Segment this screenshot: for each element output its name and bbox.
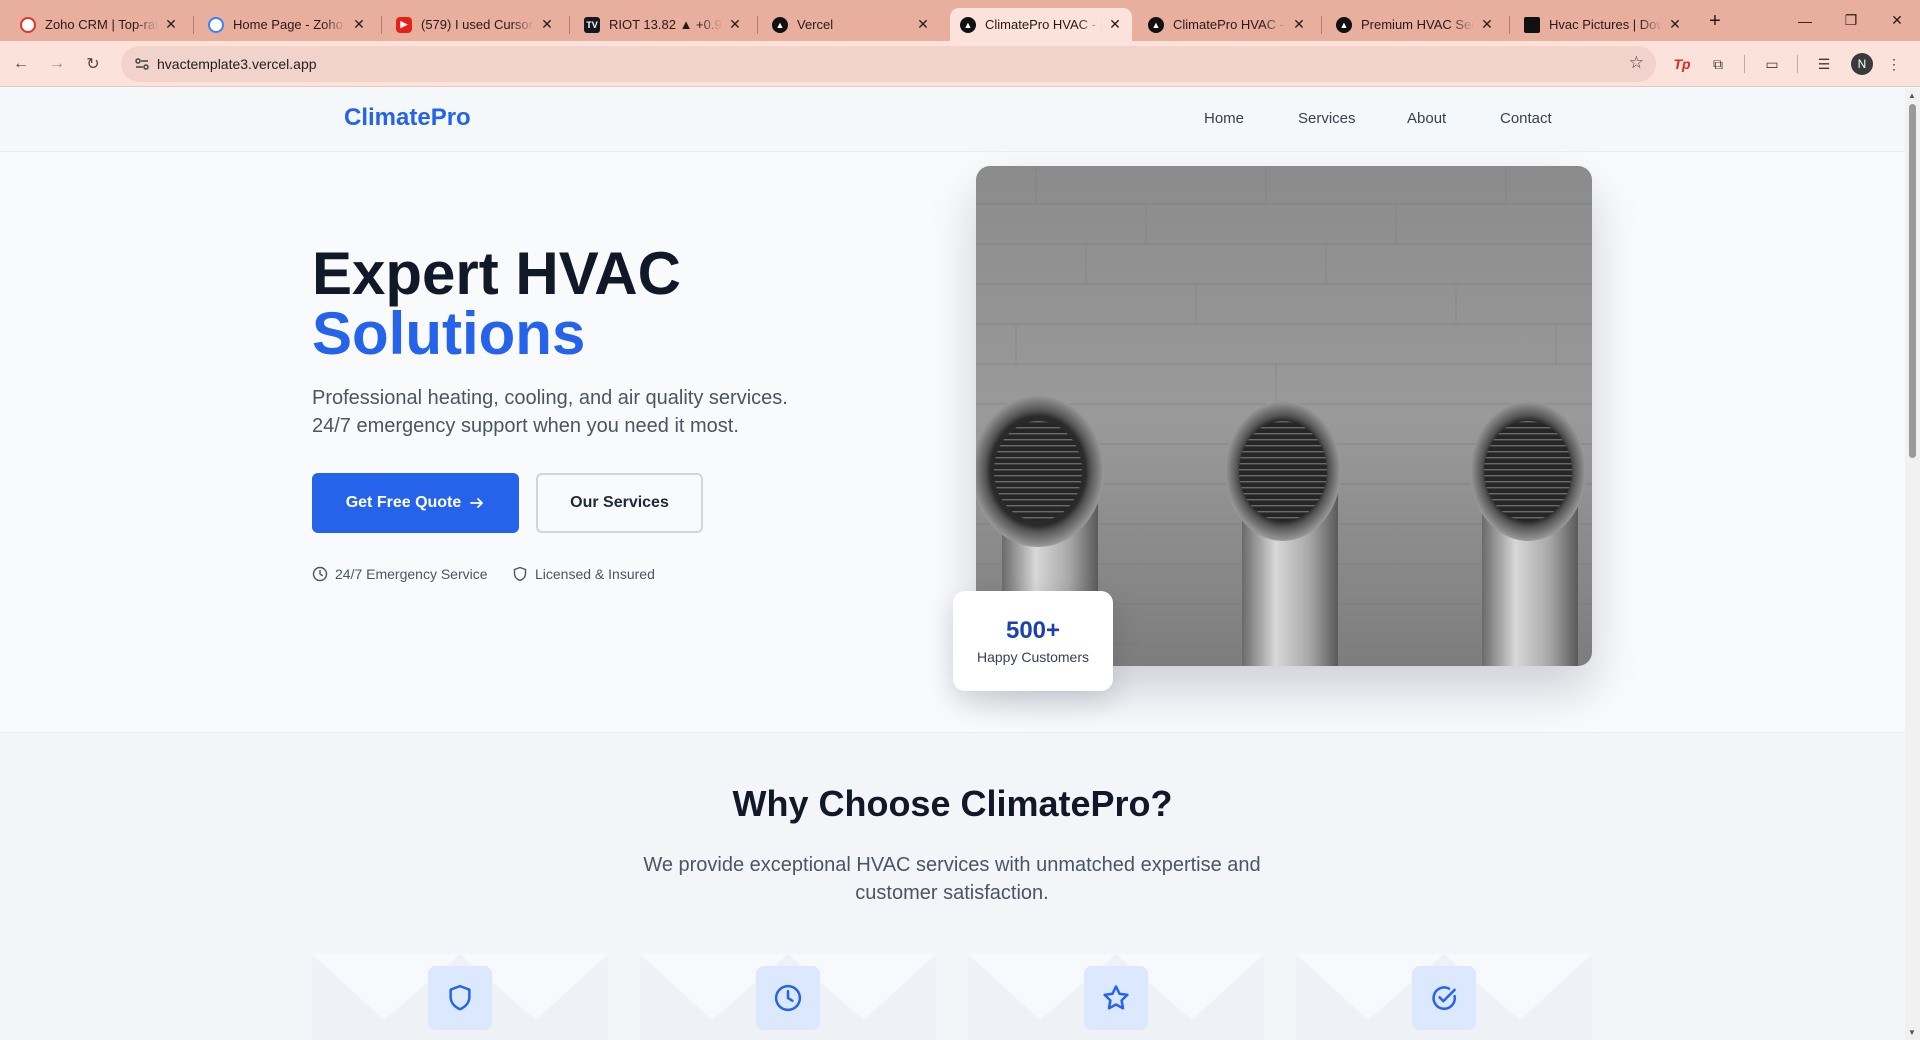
browser-tab[interactable]: Home Page - Zoho CRM ✕ [198, 8, 376, 41]
why-heading: Why Choose ClimatePro? [732, 783, 1173, 824]
hero-subtitle-line1: Professional heating, cooling, and air q… [312, 387, 788, 409]
browser-tab[interactable]: TV RIOT 13.82 ▲ +0.91% ✕ [574, 8, 752, 41]
why-section: Why Choose ClimatePro? We provide except… [0, 732, 1905, 1040]
vercel-icon: ▲ [960, 16, 976, 33]
close-icon[interactable]: ✕ [1478, 16, 1496, 34]
feature-emergency-label: 24/7 Emergency Service [335, 566, 488, 582]
close-icon[interactable]: ✕ [350, 16, 368, 34]
browser-tab[interactable]: ▲ Premium HVAC Servic ✕ [1326, 8, 1504, 41]
get-free-quote-button[interactable]: Get Free Quote [312, 473, 519, 533]
site-settings-icon[interactable] [133, 55, 151, 73]
close-icon[interactable]: ✕ [162, 16, 180, 34]
vercel-icon: ▲ [1336, 16, 1352, 33]
vercel-icon: ▲ [1148, 16, 1164, 33]
tab-title: Hvac Pictures | Downl [1549, 17, 1662, 32]
nav-home[interactable]: Home [1204, 110, 1244, 127]
feature-card [640, 954, 936, 1040]
reading-list-icon[interactable]: ☰ [1812, 52, 1836, 76]
close-icon[interactable]: ✕ [1106, 16, 1124, 34]
forward-icon[interactable]: → [44, 51, 70, 77]
shield-icon [428, 966, 492, 1030]
tab-title: (579) I used Cursor to [421, 17, 534, 32]
hero-subtitle-line2: 24/7 emergency support when you need it … [312, 415, 739, 437]
extensions-puzzle-icon[interactable]: ⧉ [1706, 52, 1730, 76]
window-close-icon[interactable]: ✕ [1875, 0, 1919, 41]
feature-emergency: 24/7 Emergency Service [312, 566, 488, 582]
tab-title: ClimatePro HVAC - Pro [985, 17, 1102, 32]
close-icon[interactable]: ✕ [1666, 16, 1684, 34]
browser-toolbar: ← → ↻ hvactemplate3.vercel.app ☆ Tp ⧉ ▭ … [0, 41, 1920, 87]
reload-icon[interactable]: ↻ [80, 51, 106, 77]
more-menu-icon[interactable]: ⋮ [1882, 52, 1906, 76]
clock-icon [312, 566, 328, 582]
our-services-button[interactable]: Our Services [536, 473, 703, 533]
nav-services[interactable]: Services [1298, 110, 1356, 127]
bookmark-star-icon[interactable]: ☆ [1629, 53, 1644, 73]
new-tab-button[interactable]: + [1704, 10, 1726, 32]
arrow-right-icon [470, 498, 484, 508]
tab-title: Vercel [797, 17, 834, 32]
shield-icon [513, 566, 527, 582]
browser-tab[interactable]: ▲ ClimatePro HVAC - Pro ✕ [1138, 8, 1316, 41]
feature-licensed: Licensed & Insured [512, 566, 655, 582]
why-lead: We provide exceptional HVAC services wit… [643, 854, 1261, 904]
scroll-down-icon[interactable]: ▼ [1908, 1028, 1916, 1037]
restore-icon[interactable]: ❐ [1829, 0, 1873, 41]
browser-tab[interactable]: Zoho CRM | Top-rated ✕ [10, 8, 188, 41]
nav-contact[interactable]: Contact [1500, 110, 1552, 127]
page-scrollbar[interactable]: ▲ ▼ [1905, 88, 1920, 1040]
minimize-icon[interactable]: — [1783, 0, 1827, 41]
stat-card: 500+ Happy Customers [953, 591, 1113, 691]
browser-tab[interactable]: Hvac Pictures | Downl ✕ [1514, 8, 1692, 41]
site-header: ClimatePro Home Services About Contact [0, 88, 1905, 152]
tab-title: Home Page - Zoho CRM [233, 17, 346, 32]
scroll-up-icon[interactable]: ▲ [1908, 91, 1916, 100]
feature-card [968, 954, 1264, 1040]
unsplash-icon [1524, 16, 1540, 33]
zoho-rings-icon [208, 16, 224, 33]
close-icon[interactable]: ✕ [538, 16, 556, 34]
youtube-icon: ▶ [396, 16, 412, 33]
tab-title: ClimatePro HVAC - Pro [1173, 17, 1286, 32]
tab-title: RIOT 13.82 ▲ +0.91% [609, 17, 722, 32]
stat-value: 500+ [1005, 617, 1061, 644]
zoho-icon [20, 16, 36, 33]
hero-title: Expert HVAC Solutions [312, 244, 681, 364]
browser-tab-active[interactable]: ▲ ClimatePro HVAC - Pro ✕ [950, 8, 1132, 41]
page-viewport: ClimatePro Home Services About Contact E… [0, 88, 1905, 1040]
back-icon[interactable]: ← [8, 51, 34, 77]
tab-search-icon[interactable]: ▭ [1760, 52, 1784, 76]
tab-title: Premium HVAC Servic [1361, 17, 1474, 32]
feature-licensed-label: Licensed & Insured [535, 566, 655, 582]
tab-title: Zoho CRM | Top-rated [45, 17, 158, 32]
hero-title-line1: Expert HVAC [312, 240, 681, 307]
browser-tab[interactable]: ▶ (579) I used Cursor to ✕ [386, 8, 564, 41]
browser-tab-bar: Zoho CRM | Top-rated ✕ Home Page - Zoho … [0, 0, 1920, 41]
site-logo[interactable]: ClimatePro [344, 104, 471, 132]
close-icon[interactable]: ✕ [1290, 16, 1308, 34]
feature-card [312, 954, 608, 1040]
clock-icon [756, 966, 820, 1030]
profile-avatar[interactable]: N [1851, 53, 1873, 75]
stat-label: Happy Customers [976, 649, 1090, 665]
tp-extension-icon[interactable]: Tp [1670, 52, 1694, 76]
check-circle-icon [1412, 966, 1476, 1030]
address-bar[interactable]: hvactemplate3.vercel.app ☆ [121, 46, 1656, 82]
get-free-quote-label: Get Free Quote [345, 494, 462, 511]
tradingview-icon: TV [584, 16, 600, 33]
close-icon[interactable]: ✕ [726, 16, 744, 34]
hero-title-accent: Solutions [312, 300, 586, 367]
star-icon [1084, 966, 1148, 1030]
nav-about[interactable]: About [1407, 110, 1446, 127]
vercel-icon: ▲ [772, 16, 788, 33]
hero-subtitle: Professional heating, cooling, and air q… [312, 384, 832, 440]
feature-card [1296, 954, 1592, 1040]
close-icon[interactable]: ✕ [914, 16, 932, 34]
browser-tab[interactable]: ▲ Vercel ✕ [762, 8, 940, 41]
url-text[interactable]: hvactemplate3.vercel.app [157, 56, 317, 72]
scrollbar-thumb[interactable] [1909, 104, 1916, 458]
